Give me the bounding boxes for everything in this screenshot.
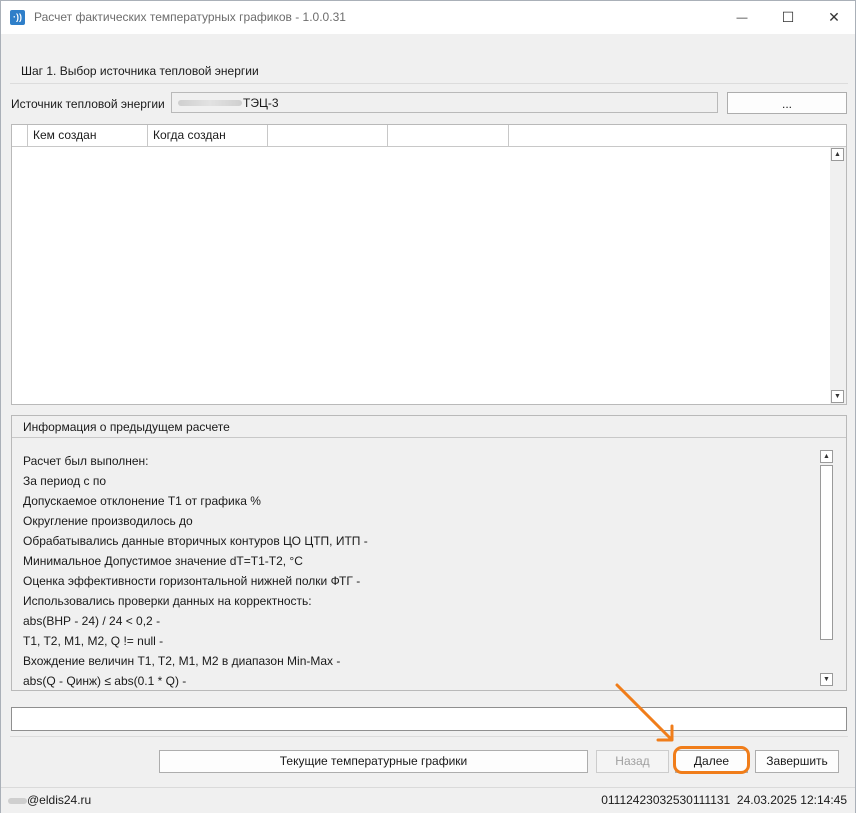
app-icon: ·)) bbox=[10, 10, 25, 25]
info-line: Расчет был выполнен: bbox=[23, 454, 149, 468]
grid-header: Кем создан Когда создан bbox=[12, 125, 846, 147]
source-field[interactable]: ТЭЦ-3 bbox=[171, 92, 718, 113]
info-line: Минимальное Допустимое значение dT=T1-T2… bbox=[23, 554, 303, 568]
grid-column-header-created-at[interactable]: Когда создан bbox=[148, 125, 268, 146]
close-icon: ✕ bbox=[828, 9, 840, 25]
source-label: Источник тепловой энергии bbox=[11, 97, 165, 111]
redacted-text bbox=[8, 797, 27, 804]
source-value: ТЭЦ-3 bbox=[243, 96, 279, 110]
grid-column-header[interactable] bbox=[268, 125, 388, 146]
maximize-icon: ☐ bbox=[781, 9, 795, 25]
grid-column-header-created-by[interactable]: Кем создан bbox=[28, 125, 148, 146]
grid-scrollbar[interactable]: ▲ ▼ bbox=[830, 147, 846, 404]
info-line: За период с по bbox=[23, 474, 107, 488]
info-scrollbar[interactable]: ▲ ▼ bbox=[819, 450, 835, 688]
email-text: @eldis24.ru bbox=[27, 793, 92, 807]
title-bar: ·)) Расчет фактических температурных гра… bbox=[1, 1, 855, 34]
next-button-highlight bbox=[673, 746, 750, 774]
redacted-text bbox=[178, 100, 242, 106]
status-right-text: 01112423032530111131 24.03.2025 12:14:45 bbox=[601, 793, 847, 807]
info-line: Допускаемое отклонение Т1 от графика % bbox=[23, 494, 261, 508]
close-button[interactable]: ✕ bbox=[811, 1, 856, 34]
pointer-arrow-icon bbox=[615, 683, 674, 742]
step-title: Шаг 1. Выбор источника тепловой энергии bbox=[21, 64, 259, 78]
status-bar: @eldis24.ru 01112423032530111131 24.03.2… bbox=[1, 787, 855, 813]
maximize-button[interactable]: ☐ bbox=[765, 1, 811, 34]
info-line: T1, T2, M1, M2, Q != null - bbox=[23, 634, 164, 648]
scroll-up-icon[interactable]: ▲ bbox=[820, 450, 833, 463]
back-button[interactable]: Назад bbox=[596, 750, 669, 773]
info-line: abs(ВНР - 24) / 24 < 0,2 - bbox=[23, 614, 161, 628]
minimize-icon: — bbox=[736, 11, 748, 24]
scroll-up-icon[interactable]: ▲ bbox=[831, 148, 844, 161]
previous-calc-info-panel: Информация о предыдущем расчете Расчет б… bbox=[11, 415, 847, 691]
info-line: abs(Q - Qинж) ≤ abs(0.1 * Q) - bbox=[23, 674, 187, 688]
scroll-down-icon[interactable]: ▼ bbox=[831, 390, 844, 403]
browse-button[interactable]: ... bbox=[727, 92, 847, 114]
status-text-field[interactable] bbox=[11, 707, 847, 731]
minimize-button[interactable]: — bbox=[719, 1, 765, 34]
panel-header: Информация о предыдущем расчете bbox=[12, 416, 846, 438]
info-line: Вхождение величин T1, T2, M1, M2 в диапа… bbox=[23, 654, 341, 668]
scroll-thumb[interactable] bbox=[820, 465, 833, 640]
current-graphs-button[interactable]: Текущие температурные графики bbox=[159, 750, 588, 773]
info-line: Обрабатывались данные вторичных контуров… bbox=[23, 534, 368, 548]
info-line: Округление производилось до bbox=[23, 514, 193, 528]
calculations-grid[interactable]: Кем создан Когда создан ▲ ▼ bbox=[11, 124, 847, 405]
grid-column-header[interactable] bbox=[388, 125, 509, 146]
grid-column-header[interactable] bbox=[12, 125, 28, 146]
main-window: ·)) Расчет фактических температурных гра… bbox=[0, 0, 856, 813]
window-title: Расчет фактических температурных графико… bbox=[34, 10, 346, 24]
divider bbox=[10, 736, 848, 737]
finish-button[interactable]: Завершить bbox=[755, 750, 839, 773]
user-email: @eldis24.ru bbox=[8, 793, 91, 807]
divider bbox=[10, 83, 848, 84]
info-line: Использовались проверки данных на коррек… bbox=[23, 594, 312, 608]
scroll-down-icon[interactable]: ▼ bbox=[820, 673, 833, 686]
info-line: Оценка эффективности горизонтальной нижн… bbox=[23, 574, 361, 588]
